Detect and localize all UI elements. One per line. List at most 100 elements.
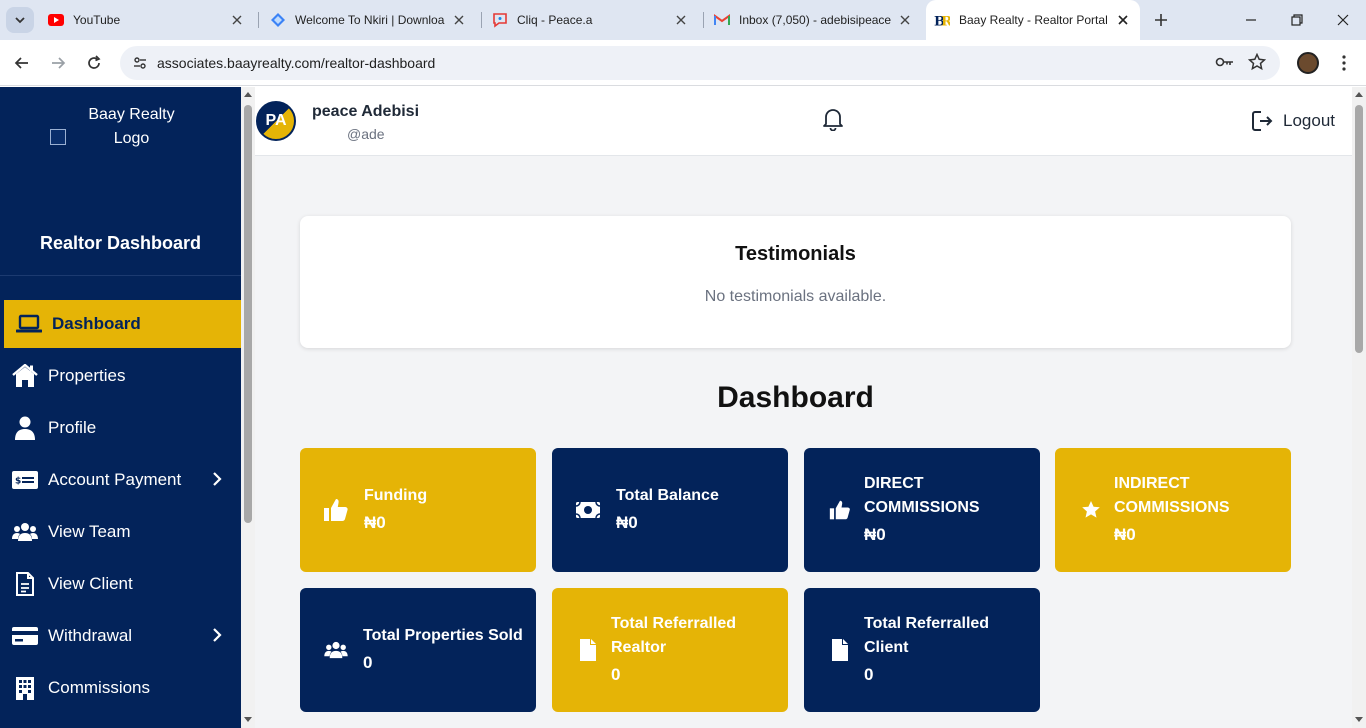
browser-tab-nkiri[interactable]: Welcome To Nkiri | Downloa [264, 0, 476, 40]
stat-card-total-referralled-client[interactable]: Total Referralled Client 0 [804, 588, 1040, 712]
bookmark-star-icon[interactable] [1247, 52, 1267, 76]
user-avatar[interactable]: PA [256, 101, 296, 141]
user-name: peace Adebisi [312, 103, 420, 120]
close-tab-icon[interactable] [228, 11, 246, 29]
page-scrollbar[interactable] [1352, 87, 1366, 728]
building-icon [12, 675, 38, 701]
tab-separator [481, 12, 482, 28]
back-button[interactable] [10, 51, 34, 75]
page-scrollbar-thumb[interactable] [1355, 105, 1363, 353]
broken-image-icon [49, 129, 66, 145]
close-tab-icon[interactable] [1114, 11, 1132, 29]
sidebar-divider [0, 275, 241, 276]
document-icon [12, 571, 38, 597]
sidebar-item-profile[interactable]: Profile [0, 404, 241, 452]
cliq-icon [492, 12, 508, 28]
tab-separator [703, 12, 704, 28]
stat-card-total-balance[interactable]: Total Balance ₦0 [552, 448, 788, 572]
notifications-button[interactable] [822, 107, 844, 136]
arrow-right-icon [52, 57, 66, 69]
thumbs-up-icon [826, 496, 854, 524]
users-icon [12, 519, 38, 545]
browser-tab-baay-realty[interactable]: BR Baay Realty - Realtor Portal [926, 0, 1140, 40]
money-bill-icon [574, 496, 602, 524]
logout-button[interactable]: Logout [1251, 109, 1335, 133]
svg-text:$: $ [15, 477, 21, 487]
site-settings-icon[interactable] [132, 55, 148, 76]
stat-card-direct-commissions[interactable]: DIRECT COMMISSIONS ₦0 [804, 448, 1040, 572]
testimonials-title: Testimonials [735, 243, 856, 265]
browser-tab-cliq[interactable]: Cliq - Peace.a [486, 0, 698, 40]
stat-card-indirect-commissions[interactable]: INDIRECT COMMISSIONS ₦0 [1055, 448, 1291, 572]
minimize-button[interactable] [1228, 0, 1274, 40]
company-logo: Baay Realty Logo [0, 103, 241, 151]
new-tab-button[interactable] [1150, 9, 1172, 31]
users-icon [322, 636, 350, 664]
sidebar-item-commissions[interactable]: Commissions [0, 664, 241, 712]
file-icon [574, 636, 602, 664]
scroll-down-icon[interactable] [244, 715, 252, 723]
sidebar: Baay Realty Logo Realtor Dashboard Dashb… [0, 87, 241, 728]
browser-profile-avatar[interactable] [1297, 52, 1319, 74]
chevron-right-icon [213, 472, 222, 486]
browser-tab-youtube[interactable]: YouTube [42, 0, 254, 40]
scroll-down-icon[interactable] [1355, 715, 1363, 723]
testimonials-empty-text: No testimonials available. [704, 288, 887, 305]
forward-button[interactable] [46, 51, 70, 75]
thumbs-up-icon [322, 496, 350, 524]
plus-icon [1155, 14, 1167, 26]
url-text[interactable]: associates.baayrealty.com/realtor-dashbo… [157, 55, 435, 71]
chevron-down-icon [15, 17, 25, 24]
restore-button[interactable] [1274, 0, 1320, 40]
scroll-up-icon[interactable] [244, 91, 252, 99]
scroll-up-icon[interactable] [1355, 91, 1363, 99]
sidebar-item-dashboard[interactable]: Dashboard [4, 300, 241, 348]
tab-separator [258, 12, 259, 28]
stat-card-funding[interactable]: Funding ₦0 [300, 448, 536, 572]
close-tab-icon[interactable] [672, 11, 690, 29]
more-vertical-icon [1342, 55, 1346, 71]
user-handle: @ade [347, 126, 385, 142]
star-icon [1077, 496, 1105, 524]
sidebar-item-properties[interactable]: Properties [0, 352, 241, 400]
tab-search-button[interactable] [6, 7, 34, 33]
sidebar-scrollbar-thumb[interactable] [244, 105, 252, 523]
minimize-icon [1246, 19, 1256, 21]
close-tab-icon[interactable] [450, 11, 468, 29]
sidebar-scrollbar[interactable] [241, 87, 255, 728]
user-icon [12, 415, 38, 441]
page-content: Baay Realty Logo Realtor Dashboard Dashb… [0, 87, 1366, 728]
main-content: PA peace Adebisi @ade Logout Testimonial… [255, 87, 1352, 728]
arrow-left-icon [14, 57, 28, 69]
reload-button[interactable] [82, 51, 106, 75]
stat-card-total-referralled-realtor[interactable]: Total Referralled Realtor 0 [552, 588, 788, 712]
logout-icon [1252, 111, 1273, 131]
baay-realty-icon: BR [934, 12, 950, 28]
sidebar-item-view-team[interactable]: View Team [0, 508, 241, 556]
laptop-icon [16, 311, 42, 337]
sidebar-title: Realtor Dashboard [39, 233, 202, 253]
nkiri-icon [270, 12, 286, 28]
dashboard-title: Dashboard [717, 381, 874, 414]
payment-card-icon: $ [12, 467, 38, 493]
close-icon [1337, 14, 1349, 26]
browser-tab-strip: YouTube Welcome To Nkiri | Downloa Cliq … [0, 0, 1366, 40]
browser-menu-button[interactable] [1334, 52, 1354, 74]
browser-tab-gmail[interactable]: Inbox (7,050) - adebisipeace [708, 0, 922, 40]
browser-toolbar: associates.baayrealty.com/realtor-dashbo… [0, 40, 1366, 86]
bell-icon [823, 109, 843, 132]
restore-icon [1291, 14, 1303, 26]
stat-card-total-properties-sold[interactable]: Total Properties Sold 0 [300, 588, 536, 712]
file-icon [826, 636, 854, 664]
chevron-right-icon [213, 628, 222, 642]
sidebar-item-account-payment[interactable]: $ Account Payment [0, 456, 241, 504]
top-bar: PA peace Adebisi @ade Logout [255, 87, 1352, 156]
testimonials-card: Testimonials No testimonials available. [300, 216, 1291, 348]
home-icon [12, 363, 38, 389]
close-window-button[interactable] [1320, 0, 1366, 40]
sidebar-item-withdrawal[interactable]: Withdrawal [0, 612, 241, 660]
password-key-icon[interactable] [1215, 54, 1235, 75]
address-bar[interactable]: associates.baayrealty.com/realtor-dashbo… [120, 46, 1280, 80]
close-tab-icon[interactable] [896, 11, 914, 29]
sidebar-item-view-client[interactable]: View Client [0, 560, 241, 608]
